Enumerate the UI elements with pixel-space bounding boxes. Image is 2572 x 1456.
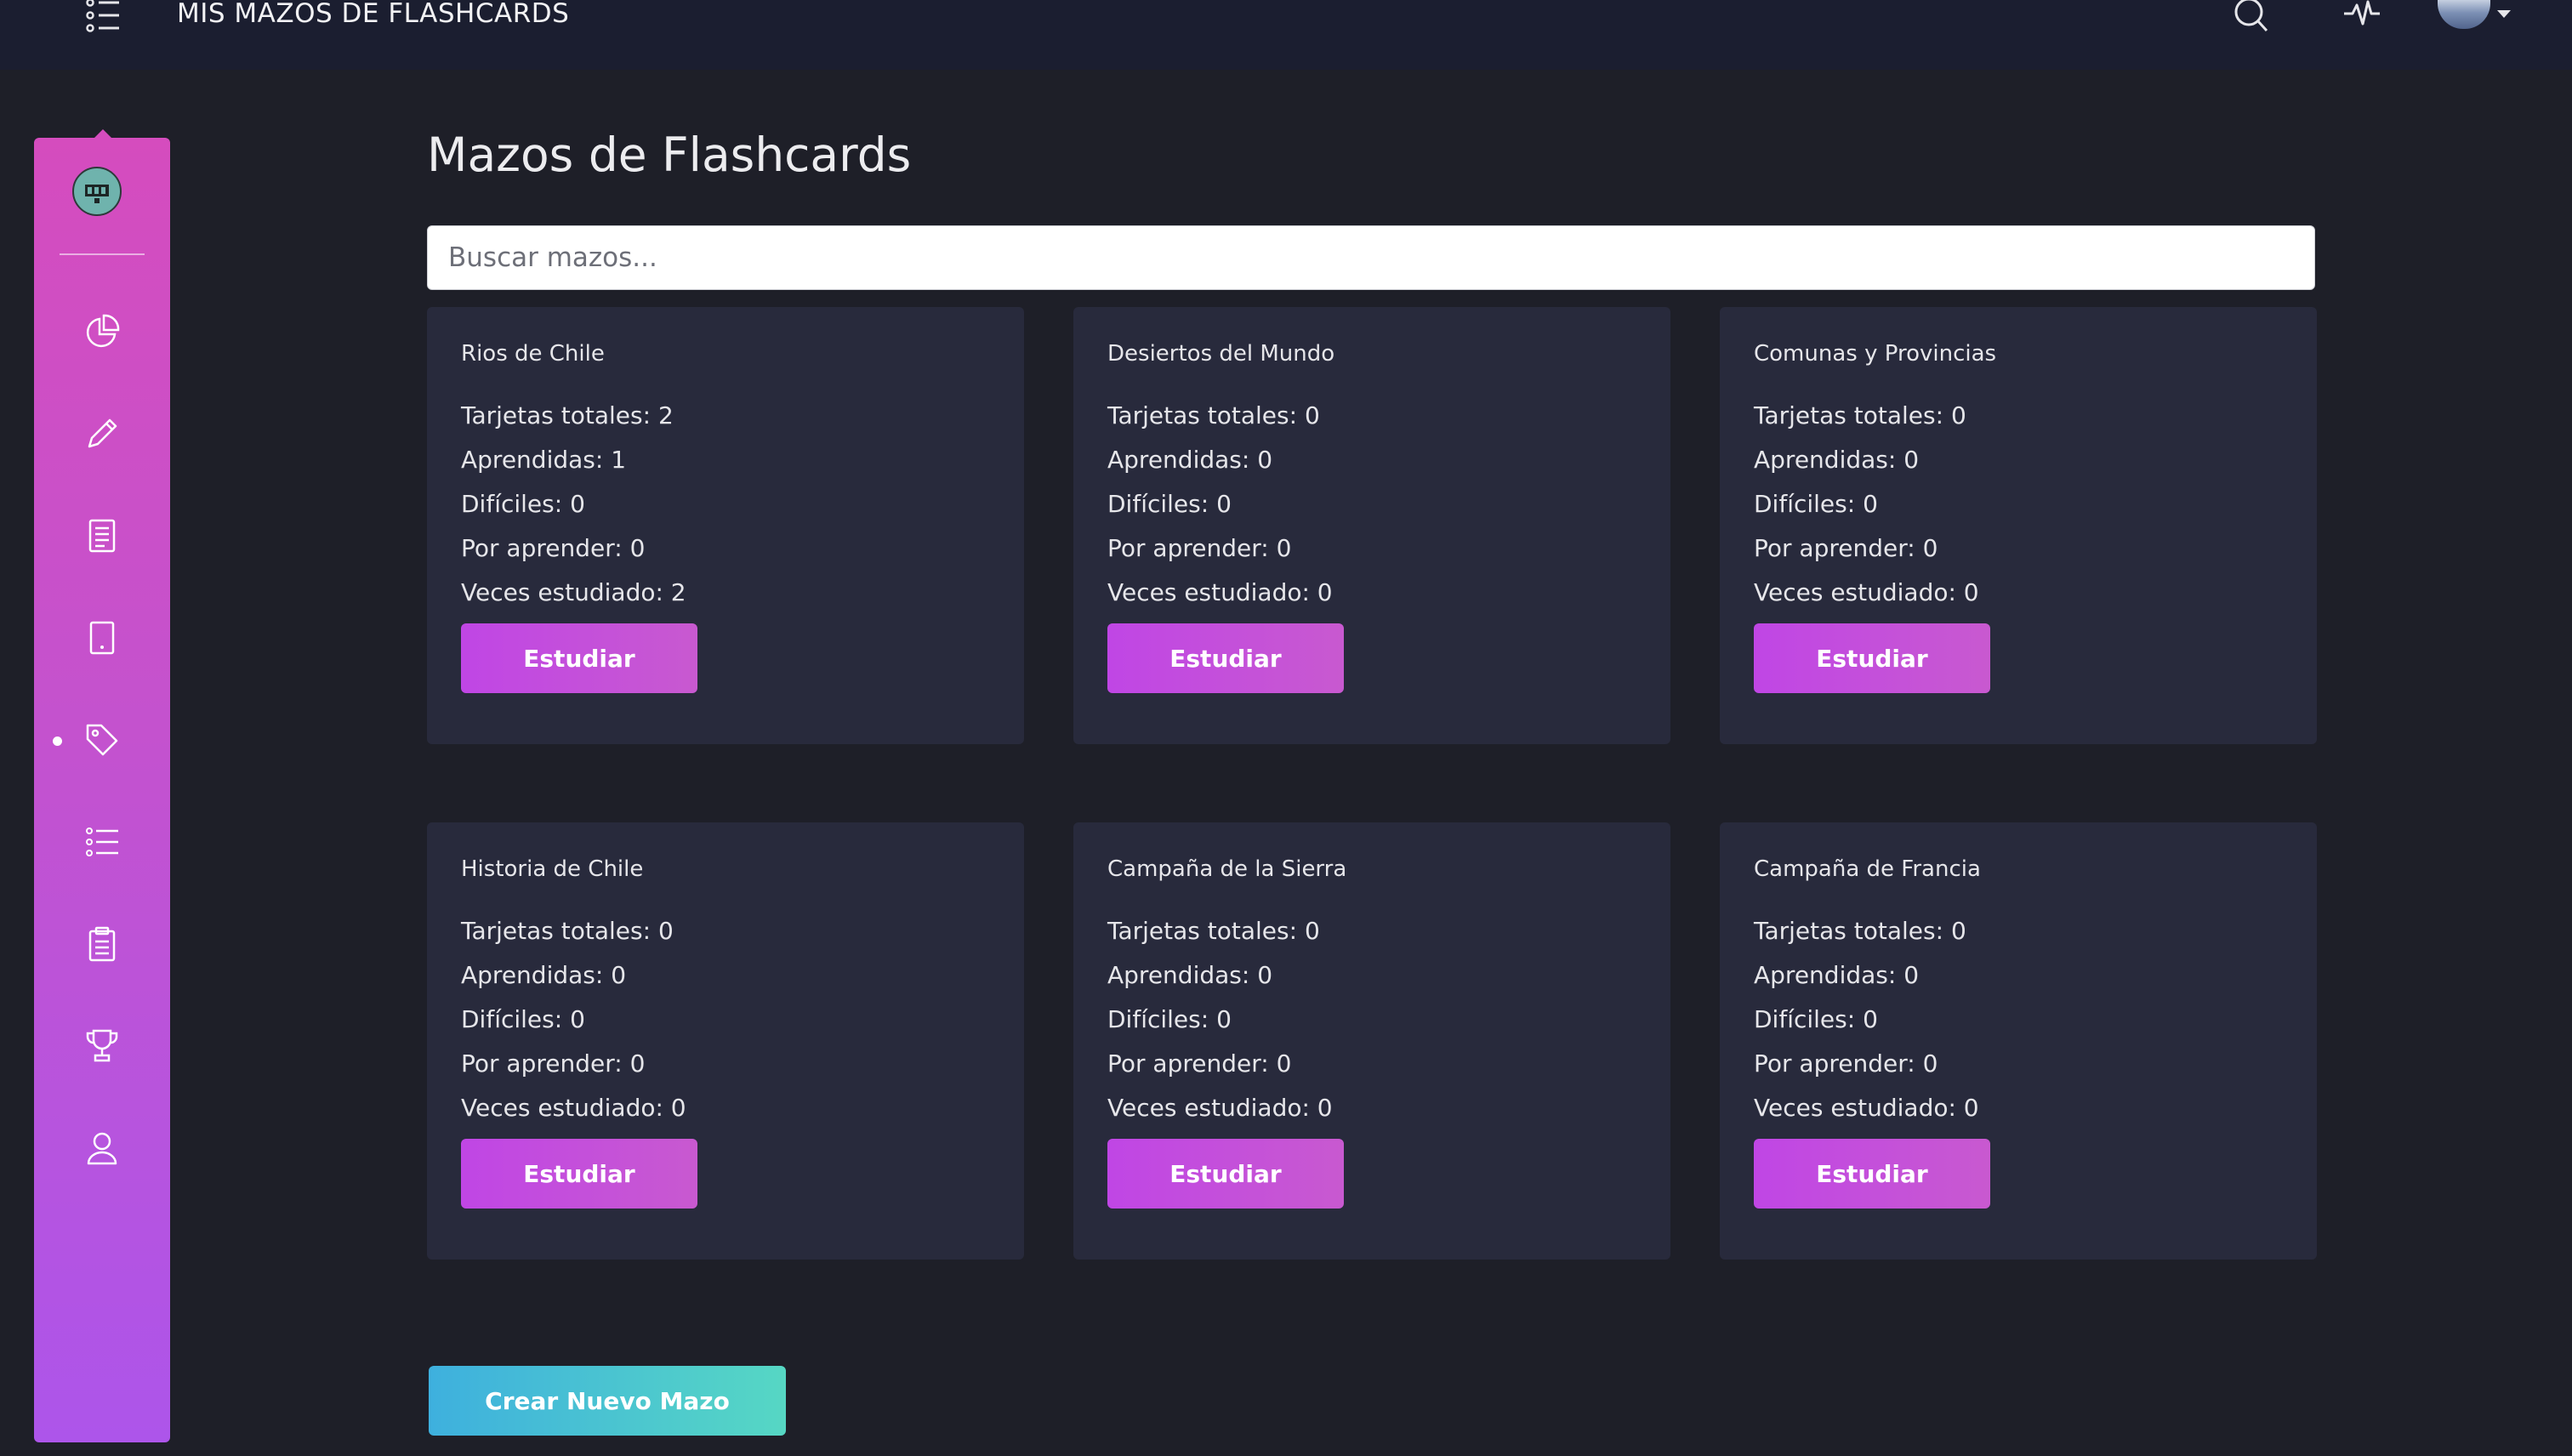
deck-card: Rios de Chile Tarjetas totales: 2 Aprend… xyxy=(427,307,1024,744)
deck-to-learn: Por aprender: 0 xyxy=(1107,1049,1292,1078)
deck-times-studied: Veces estudiado: 0 xyxy=(1107,578,1333,606)
deck-card: Comunas y Provincias Tarjetas totales: 0… xyxy=(1720,307,2317,744)
deck-learned: Aprendidas: 0 xyxy=(1107,961,1273,989)
deck-hard: Difíciles: 0 xyxy=(1107,1005,1232,1033)
study-button[interactable]: Estudiar xyxy=(461,623,697,693)
deck-hard: Difíciles: 0 xyxy=(1107,490,1232,518)
study-button[interactable]: Estudiar xyxy=(1754,623,1990,693)
page-title: Mazos de Flashcards xyxy=(427,128,912,182)
deck-name: Campaña de Francia xyxy=(1754,856,1981,882)
deck-times-studied: Veces estudiado: 0 xyxy=(461,1094,686,1122)
sidebar-item-tablet[interactable] xyxy=(77,614,128,665)
deck-hard: Difíciles: 0 xyxy=(1754,1005,1878,1033)
document-icon xyxy=(84,518,120,557)
deck-to-learn: Por aprender: 0 xyxy=(1107,534,1292,562)
trophy-icon xyxy=(84,1028,120,1067)
deck-card: Historia de Chile Tarjetas totales: 0 Ap… xyxy=(427,822,1024,1260)
deck-card: Desiertos del Mundo Tarjetas totales: 0 … xyxy=(1073,307,1670,744)
study-button[interactable]: Estudiar xyxy=(1754,1139,1990,1209)
app-title: MIS MAZOS DE FLASHCARDS xyxy=(177,0,570,29)
search-icon[interactable] xyxy=(2232,0,2269,34)
study-button[interactable]: Estudiar xyxy=(1107,1139,1344,1209)
deck-to-learn: Por aprender: 0 xyxy=(461,1049,646,1078)
deck-learned: Aprendidas: 0 xyxy=(1107,446,1273,474)
deck-to-learn: Por aprender: 0 xyxy=(1754,1049,1938,1078)
sidebar-item-documents[interactable] xyxy=(77,512,128,563)
list-icon xyxy=(84,824,120,863)
pie-chart-icon xyxy=(84,314,120,353)
top-navbar: MIS MAZOS DE FLASHCARDS xyxy=(0,0,2572,70)
deck-name: Campaña de la Sierra xyxy=(1107,856,1347,882)
deck-total-cards: Tarjetas totales: 0 xyxy=(1107,401,1320,429)
deck-learned: Aprendidas: 1 xyxy=(461,446,627,474)
user-avatar[interactable] xyxy=(2438,0,2490,29)
deck-card: Campaña de la Sierra Tarjetas totales: 0… xyxy=(1073,822,1670,1260)
list-menu-icon[interactable] xyxy=(85,0,122,34)
deck-total-cards: Tarjetas totales: 0 xyxy=(461,917,674,945)
sidebar-item-tags[interactable] xyxy=(77,716,128,767)
deck-times-studied: Veces estudiado: 0 xyxy=(1754,578,1979,606)
deck-name: Rios de Chile xyxy=(461,341,605,367)
active-indicator-dot xyxy=(53,737,62,746)
create-deck-button[interactable]: Crear Nuevo Mazo xyxy=(429,1366,786,1436)
search-input[interactable] xyxy=(427,225,2315,290)
deck-name: Historia de Chile xyxy=(461,856,644,882)
study-button[interactable]: Estudiar xyxy=(1107,623,1344,693)
deck-total-cards: Tarjetas totales: 0 xyxy=(1107,917,1320,945)
sidebar-item-achievements[interactable] xyxy=(77,1022,128,1073)
deck-hard: Difíciles: 0 xyxy=(1754,490,1878,518)
tablet-icon xyxy=(84,620,120,659)
deck-hard: Difíciles: 0 xyxy=(461,490,585,518)
sidebar-divider xyxy=(60,253,145,255)
deck-name: Comunas y Provincias xyxy=(1754,341,1997,367)
sidebar-item-list[interactable] xyxy=(77,818,128,869)
clipboard-icon xyxy=(84,926,120,965)
deck-total-cards: Tarjetas totales: 0 xyxy=(1754,917,1966,945)
pencil-icon xyxy=(84,416,120,455)
sidebar-item-profile[interactable] xyxy=(77,1124,128,1175)
activity-pulse-icon[interactable] xyxy=(2342,0,2381,34)
sidebar-item-clipboard[interactable] xyxy=(77,920,128,971)
deck-hard: Difíciles: 0 xyxy=(461,1005,585,1033)
deck-times-studied: Veces estudiado: 0 xyxy=(1107,1094,1333,1122)
deck-total-cards: Tarjetas totales: 0 xyxy=(1754,401,1966,429)
deck-learned: Aprendidas: 0 xyxy=(1754,446,1920,474)
user-icon xyxy=(84,1130,120,1169)
sidebar-item-edit[interactable] xyxy=(77,410,128,461)
sidebar-logo-avatar[interactable] xyxy=(72,167,122,216)
deck-to-learn: Por aprender: 0 xyxy=(1754,534,1938,562)
deck-to-learn: Por aprender: 0 xyxy=(461,534,646,562)
study-button[interactable]: Estudiar xyxy=(461,1139,697,1209)
tag-icon xyxy=(84,722,120,761)
deck-total-cards: Tarjetas totales: 2 xyxy=(461,401,674,429)
deck-name: Desiertos del Mundo xyxy=(1107,341,1335,367)
deck-times-studied: Veces estudiado: 0 xyxy=(1754,1094,1979,1122)
caret-down-icon[interactable] xyxy=(2497,10,2511,18)
sidebar-item-dashboard[interactable] xyxy=(77,308,128,359)
deck-times-studied: Veces estudiado: 2 xyxy=(461,578,686,606)
deck-card: Campaña de Francia Tarjetas totales: 0 A… xyxy=(1720,822,2317,1260)
deck-learned: Aprendidas: 0 xyxy=(1754,961,1920,989)
sidebar xyxy=(34,138,170,1442)
deck-learned: Aprendidas: 0 xyxy=(461,961,627,989)
